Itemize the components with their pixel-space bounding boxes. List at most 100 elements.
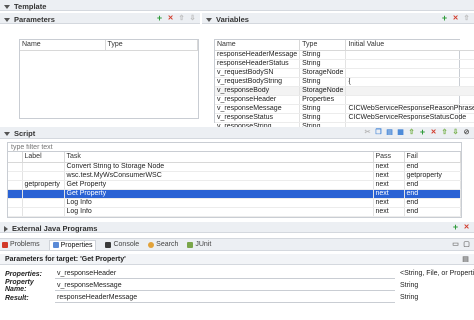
script-row[interactable]: Log Info next end [8, 207, 461, 217]
script-row[interactable]: wsc.test.MyWsConsumerWSC next getproperty [8, 171, 461, 181]
delete-task-icon[interactable]: ✕ [430, 129, 437, 136]
cut-icon[interactable]: ✂ [364, 129, 371, 136]
pass-cell[interactable]: next [373, 180, 405, 190]
script-row[interactable]: Get Property next end [8, 189, 461, 199]
variable-initial-value-cell[interactable]: { [345, 77, 474, 87]
fail-cell[interactable]: end [404, 189, 461, 199]
add-task-icon[interactable]: + [419, 128, 426, 137]
property-value-field[interactable]: v_responseHeader [55, 269, 395, 279]
column-header-initial-value[interactable]: Initial Value [345, 40, 474, 51]
variable-row[interactable]: v_responseStatus String CICWebServiceRespo… [215, 113, 474, 123]
copy-icon[interactable]: ❐ [375, 129, 382, 136]
view-menu-icon[interactable]: ▤ [462, 256, 469, 263]
variable-initial-value-cell[interactable] [345, 95, 474, 105]
task-cell[interactable]: Log Info [64, 207, 374, 217]
move-up-icon[interactable]: ⇧ [441, 129, 448, 136]
pass-cell[interactable]: next [373, 162, 405, 172]
fail-cell[interactable]: end [404, 198, 461, 208]
minimize-icon[interactable]: ▭ [452, 241, 459, 248]
variable-name-cell[interactable]: responseHeaderMessage [215, 50, 301, 60]
variable-type-cell[interactable]: StorageNode [299, 86, 347, 96]
task-cell[interactable]: Get Property [64, 180, 374, 190]
fail-cell[interactable]: end [404, 180, 461, 190]
column-header-fail[interactable]: Fail [404, 152, 461, 163]
variable-type-cell[interactable]: String [299, 113, 347, 123]
maximize-icon[interactable]: ▢ [463, 241, 470, 248]
variable-initial-value-cell[interactable] [345, 68, 474, 78]
add-program-icon[interactable]: + [452, 222, 459, 231]
script-row[interactable]: Log Info next end [8, 198, 461, 208]
column-header-type[interactable]: Type [299, 40, 347, 51]
collapse-icon[interactable] [4, 132, 10, 137]
variable-name-cell[interactable]: v_requestBodyString [215, 77, 301, 87]
label-cell[interactable] [22, 207, 65, 217]
variable-type-cell[interactable]: String [299, 77, 347, 87]
label-cell[interactable] [22, 198, 65, 208]
column-header-name[interactable]: Name [215, 40, 301, 51]
variable-name-cell[interactable]: v_responseBody [215, 86, 301, 96]
column-header-label[interactable]: Label [22, 152, 65, 163]
label-cell[interactable]: getproperty [22, 180, 65, 190]
variable-initial-value-cell[interactable]: CICWebServiceResponseReasonPhrase [345, 104, 474, 114]
template-section-header[interactable]: Template [0, 0, 474, 11]
task-cell[interactable]: Convert String to Storage Node [64, 162, 374, 172]
tab-properties[interactable]: Properties [48, 239, 97, 250]
move-up-icon[interactable]: ⇧ [463, 15, 470, 22]
pass-cell[interactable]: next [373, 189, 405, 199]
script-table[interactable]: Label Task Pass Fail Convert String to S… [7, 152, 462, 218]
tab-search[interactable]: Search [148, 241, 178, 248]
external-section-header[interactable]: External Java Programs + ✕ [0, 222, 474, 233]
variable-row[interactable]: v_requestBodySN StorageNode [215, 68, 474, 78]
column-header-type[interactable]: Type [105, 40, 198, 51]
delete-program-icon[interactable]: ✕ [463, 224, 470, 231]
label-cell[interactable] [22, 189, 65, 199]
variable-name-cell[interactable]: responseHeaderStatus [215, 59, 301, 69]
column-header-pass[interactable]: Pass [373, 152, 405, 163]
insert-icon[interactable]: ▦ [397, 129, 404, 136]
pass-cell[interactable]: next [373, 198, 405, 208]
collapse-icon[interactable] [206, 18, 212, 23]
move-up-icon[interactable]: ⇧ [408, 129, 415, 136]
fail-cell[interactable]: end [404, 162, 461, 172]
variable-initial-value-cell[interactable] [345, 59, 474, 69]
property-value-field[interactable]: v_responseMessage [55, 281, 395, 291]
task-cell[interactable]: wsc.test.MyWsConsumerWSC [64, 171, 374, 181]
task-cell[interactable]: Get Property [64, 189, 374, 199]
variable-type-cell[interactable]: String [299, 104, 347, 114]
script-row[interactable]: Convert String to Storage Node next end [8, 162, 461, 172]
tab-problems[interactable]: Problems [2, 241, 40, 248]
variable-type-cell[interactable]: String [299, 59, 347, 69]
label-cell[interactable] [22, 162, 65, 172]
variable-type-cell[interactable]: StorageNode [299, 68, 347, 78]
pass-cell[interactable]: next [373, 207, 405, 217]
variable-name-cell[interactable]: v_responseMessage [215, 104, 301, 114]
disable-icon[interactable]: ⊘ [463, 129, 470, 136]
delete-parameter-icon[interactable]: ✕ [167, 15, 174, 22]
variable-row[interactable]: v_responseHeader Properties [215, 95, 474, 105]
variable-row[interactable]: responseHeaderMessage String [215, 50, 474, 60]
variable-initial-value-cell[interactable] [345, 50, 474, 60]
column-header-name[interactable]: Name [20, 40, 106, 51]
tab-console[interactable]: Console [105, 241, 139, 248]
variable-initial-value-cell[interactable] [345, 86, 474, 96]
task-cell[interactable]: Log Info [64, 198, 374, 208]
property-value-field[interactable]: responseHeaderMessage [55, 293, 395, 303]
add-variable-icon[interactable]: + [441, 13, 448, 22]
variables-table[interactable]: Name Type Initial Value responseHeaderMe… [214, 39, 474, 132]
variable-name-cell[interactable]: v_requestBodySN [215, 68, 301, 78]
expand-icon[interactable] [4, 226, 8, 233]
move-down-icon[interactable]: ⇩ [452, 129, 459, 136]
variable-row[interactable]: v_responseBody StorageNode [215, 86, 474, 96]
delete-variable-icon[interactable]: ✕ [452, 15, 459, 22]
move-up-icon[interactable]: ⇧ [178, 15, 185, 22]
add-parameter-icon[interactable]: + [156, 13, 163, 22]
move-down-icon[interactable]: ⇩ [189, 15, 196, 22]
variable-initial-value-cell[interactable]: CICWebServiceResponseStatusCode [345, 113, 474, 123]
fail-cell[interactable]: end [404, 207, 461, 217]
variable-name-cell[interactable]: v_responseHeader [215, 95, 301, 105]
script-filter-input[interactable] [7, 142, 462, 152]
script-row[interactable]: getproperty Get Property next end [8, 180, 461, 190]
variable-name-cell[interactable]: v_responseStatus [215, 113, 301, 123]
variable-row[interactable]: v_requestBodyString String{ [215, 77, 474, 87]
column-header-task[interactable]: Task [64, 152, 374, 163]
